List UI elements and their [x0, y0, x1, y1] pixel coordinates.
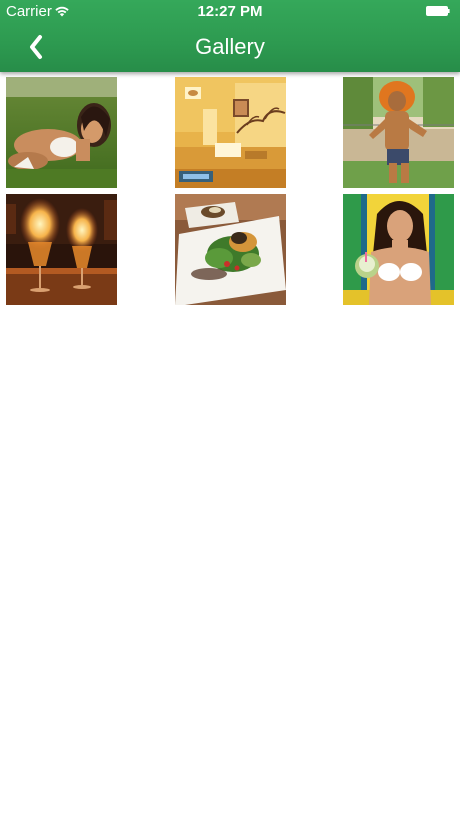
- photo-flaming-cocktails[interactable]: [6, 194, 117, 305]
- photo-restaurant-interior[interactable]: [175, 77, 286, 188]
- photo-plated-dish[interactable]: [175, 194, 286, 305]
- battery-icon: [426, 6, 450, 16]
- photo-woman-with-coconut[interactable]: [343, 194, 454, 305]
- header: Carrier 12:27 PM Gallery: [0, 0, 460, 72]
- photo-woman-on-grass[interactable]: [6, 77, 117, 188]
- photo-man-orange-wig[interactable]: [343, 77, 454, 188]
- clock: 12:27 PM: [197, 3, 263, 20]
- status-bar: Carrier 12:27 PM: [0, 0, 460, 24]
- nav-bar: Gallery: [0, 24, 460, 72]
- page-title: Gallery: [195, 34, 265, 59]
